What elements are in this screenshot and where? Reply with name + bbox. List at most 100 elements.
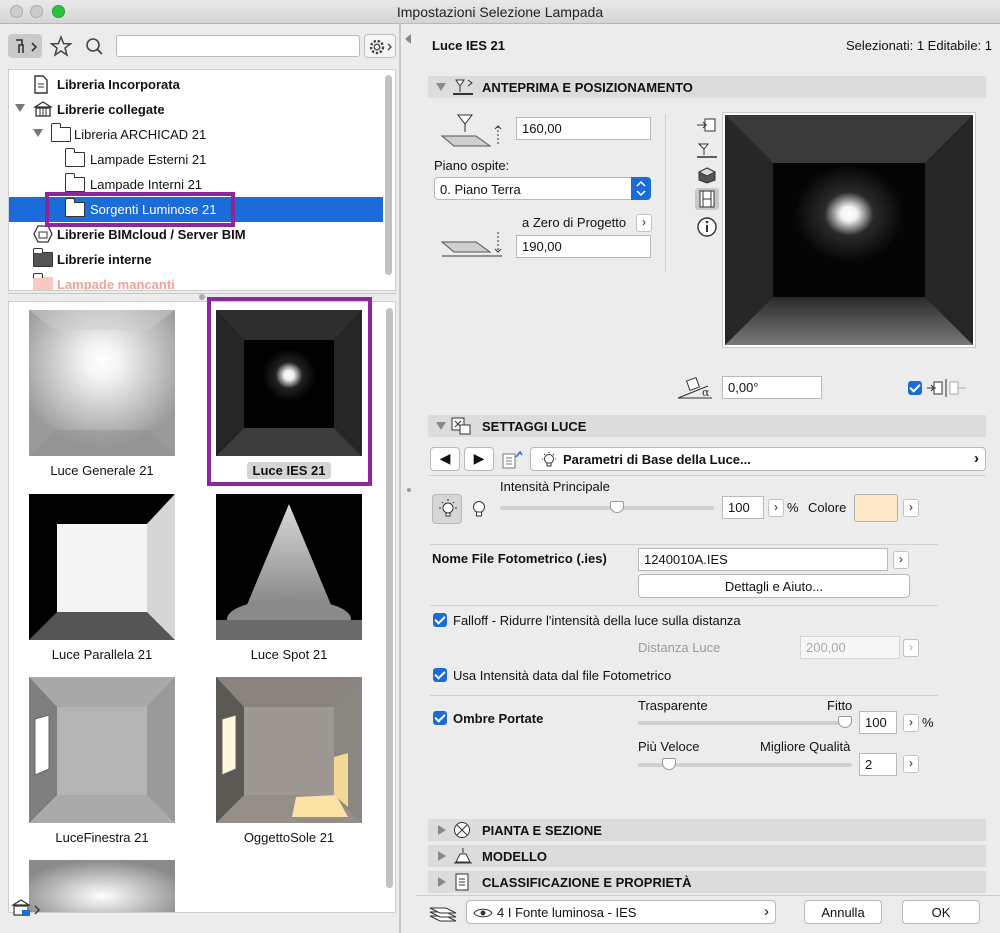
panel-list-icon[interactable] bbox=[500, 449, 524, 471]
splitter-handle[interactable] bbox=[407, 488, 411, 492]
disclosure-triangle-icon[interactable] bbox=[438, 851, 446, 861]
thumbnail-general-light[interactable]: Luce Generale 21 bbox=[22, 310, 182, 490]
shadow-density-input[interactable]: 100 bbox=[859, 711, 897, 734]
elevation-input[interactable]: 190,00 bbox=[516, 235, 651, 258]
panel-selector-button[interactable]: Parametri di Base della Luce... › bbox=[530, 447, 986, 471]
color-menu-button[interactable]: › bbox=[903, 499, 919, 517]
divider-handle[interactable] bbox=[199, 294, 205, 300]
film-icon bbox=[699, 190, 715, 208]
section-preview-positioning[interactable]: ANTEPRIMA E POSIZIONAMENTO bbox=[428, 76, 986, 98]
folder-icon bbox=[50, 123, 71, 142]
distance-menu-button[interactable]: › bbox=[903, 639, 919, 657]
shadow-quality-knob[interactable] bbox=[662, 758, 676, 770]
previous-panel-button[interactable]: ◀ bbox=[430, 447, 460, 471]
ies-file-menu-button[interactable]: › bbox=[893, 551, 909, 569]
tree-item-outdoor-lamps[interactable]: Lampade Esterni 21 bbox=[9, 147, 383, 172]
reference-level-menu-button[interactable]: › bbox=[636, 214, 652, 232]
folder-icon bbox=[32, 248, 53, 267]
search-button[interactable] bbox=[82, 34, 108, 58]
rendering-view-button[interactable] bbox=[695, 188, 719, 210]
panel-splitter[interactable] bbox=[400, 24, 416, 933]
tree-item-internal-libraries[interactable]: Librerie interne bbox=[9, 247, 383, 272]
folder-icon bbox=[64, 173, 85, 192]
tree-item-missing-lamps[interactable]: Lampade mancanti bbox=[9, 272, 383, 290]
intensity-slider[interactable] bbox=[500, 501, 714, 513]
tree-item-built-in-library[interactable]: Libreria Incorporata bbox=[9, 72, 383, 97]
3d-preview-frame bbox=[722, 112, 976, 348]
thumbnail-scrollbar[interactable] bbox=[384, 304, 394, 910]
disclosure-triangle-icon[interactable] bbox=[15, 104, 25, 112]
mirror-checkbox[interactable] bbox=[908, 381, 922, 395]
section-light-settings[interactable]: SETTAGGI LUCE bbox=[428, 415, 986, 437]
eye-icon bbox=[473, 908, 493, 918]
settings-menu-button[interactable] bbox=[364, 34, 396, 58]
section-view-icon bbox=[697, 143, 717, 158]
ok-button[interactable]: OK bbox=[902, 900, 980, 924]
bulb-off-icon[interactable] bbox=[470, 498, 488, 522]
thumbnail-sun-object[interactable]: OggettoSole 21 bbox=[209, 677, 369, 857]
rotation-angle-icon: α bbox=[677, 376, 712, 399]
thumbnail-spot-light[interactable]: Luce Spot 21 bbox=[209, 494, 369, 674]
disclosure-triangle-icon[interactable] bbox=[438, 825, 446, 835]
disclosure-triangle-icon[interactable] bbox=[438, 877, 446, 887]
host-story-select[interactable]: 0. Piano Terra bbox=[434, 177, 651, 200]
tree-scrollbar[interactable] bbox=[383, 71, 393, 289]
falloff-checkbox[interactable] bbox=[433, 613, 447, 627]
disclosure-triangle-icon[interactable] bbox=[436, 422, 446, 430]
cast-shadows-checkbox[interactable] bbox=[433, 711, 447, 725]
section-plan-section[interactable]: PIANTA E SEZIONE bbox=[428, 819, 986, 841]
shadow-density-unit: % bbox=[922, 715, 934, 730]
select-arrows-icon[interactable] bbox=[631, 177, 651, 200]
properties-document-icon bbox=[455, 873, 469, 891]
disclosure-triangle-icon[interactable] bbox=[436, 83, 446, 91]
library-manager-button[interactable] bbox=[10, 897, 44, 921]
color-swatch[interactable] bbox=[854, 494, 898, 522]
next-panel-button[interactable]: ▶ bbox=[464, 447, 494, 471]
rotation-input[interactable]: 0,00° bbox=[722, 376, 822, 399]
thumbnail-parallel-light[interactable]: Luce Parallela 21 bbox=[22, 494, 182, 674]
object-name: Luce IES 21 bbox=[432, 38, 505, 53]
height-input[interactable]: 160,00 bbox=[516, 117, 651, 140]
shadow-density-menu-button[interactable]: › bbox=[903, 714, 919, 732]
disclosure-triangle-icon[interactable] bbox=[33, 129, 43, 137]
shadow-quality-menu-button[interactable]: › bbox=[903, 755, 919, 773]
use-ies-intensity-checkbox[interactable] bbox=[433, 668, 447, 682]
section-model[interactable]: MODELLO bbox=[428, 845, 986, 867]
collapse-left-icon[interactable] bbox=[405, 34, 411, 44]
window-title: Impostazioni Selezione Lampada bbox=[396, 4, 604, 20]
library-manager-icon bbox=[10, 899, 40, 916]
shadow-density-knob[interactable] bbox=[838, 716, 852, 728]
thumbnail-partial[interactable] bbox=[22, 860, 182, 912]
thumbnail-window-light[interactable]: LuceFinestra 21 bbox=[22, 677, 182, 857]
scrollbar-thumb[interactable] bbox=[385, 75, 392, 275]
distance-input[interactable]: 200,00 bbox=[800, 636, 900, 659]
library-view-button[interactable] bbox=[8, 34, 42, 58]
tree-item-archicad-library[interactable]: Libreria ARCHICAD 21 bbox=[9, 122, 383, 147]
tree-item-label: Librerie interne bbox=[57, 252, 152, 267]
intensity-input[interactable]: 100 bbox=[722, 496, 764, 519]
tree-item-linked-libraries[interactable]: Librerie collegate bbox=[9, 97, 383, 122]
details-help-button[interactable]: Dettagli e Aiuto... bbox=[638, 574, 910, 598]
intensity-menu-button[interactable]: › bbox=[768, 499, 784, 517]
divider-line bbox=[430, 605, 938, 606]
thumbnail-label: Luce Generale 21 bbox=[50, 463, 154, 478]
reference-level-label: a Zero di Progetto bbox=[522, 215, 627, 230]
scrollbar-thumb[interactable] bbox=[386, 308, 393, 888]
light-on-toggle[interactable] bbox=[432, 494, 462, 524]
panel-selector-label: Parametri di Base della Luce... bbox=[563, 452, 751, 467]
lamp-position-icon bbox=[453, 79, 473, 95]
search-input[interactable] bbox=[116, 35, 360, 57]
shadow-quality-slider[interactable] bbox=[638, 758, 852, 770]
ies-file-input[interactable]: 1240010A.IES bbox=[638, 548, 888, 571]
layer-select-button[interactable]: 4 I Fonte luminosa - IES › bbox=[466, 900, 776, 924]
shadow-quality-input[interactable]: 2 bbox=[859, 753, 897, 776]
intensity-slider-knob[interactable] bbox=[610, 501, 624, 513]
cancel-button[interactable]: Annulla bbox=[804, 900, 882, 924]
section-classification-properties[interactable]: CLASSIFICAZIONE E PROPRIETÀ bbox=[428, 871, 986, 893]
selection-highlight-frame bbox=[207, 297, 372, 486]
favorites-button[interactable] bbox=[48, 34, 74, 58]
shadow-density-slider[interactable] bbox=[638, 716, 852, 728]
library-building-icon bbox=[33, 101, 53, 117]
search-icon bbox=[86, 38, 103, 55]
info-icon[interactable] bbox=[696, 216, 718, 238]
